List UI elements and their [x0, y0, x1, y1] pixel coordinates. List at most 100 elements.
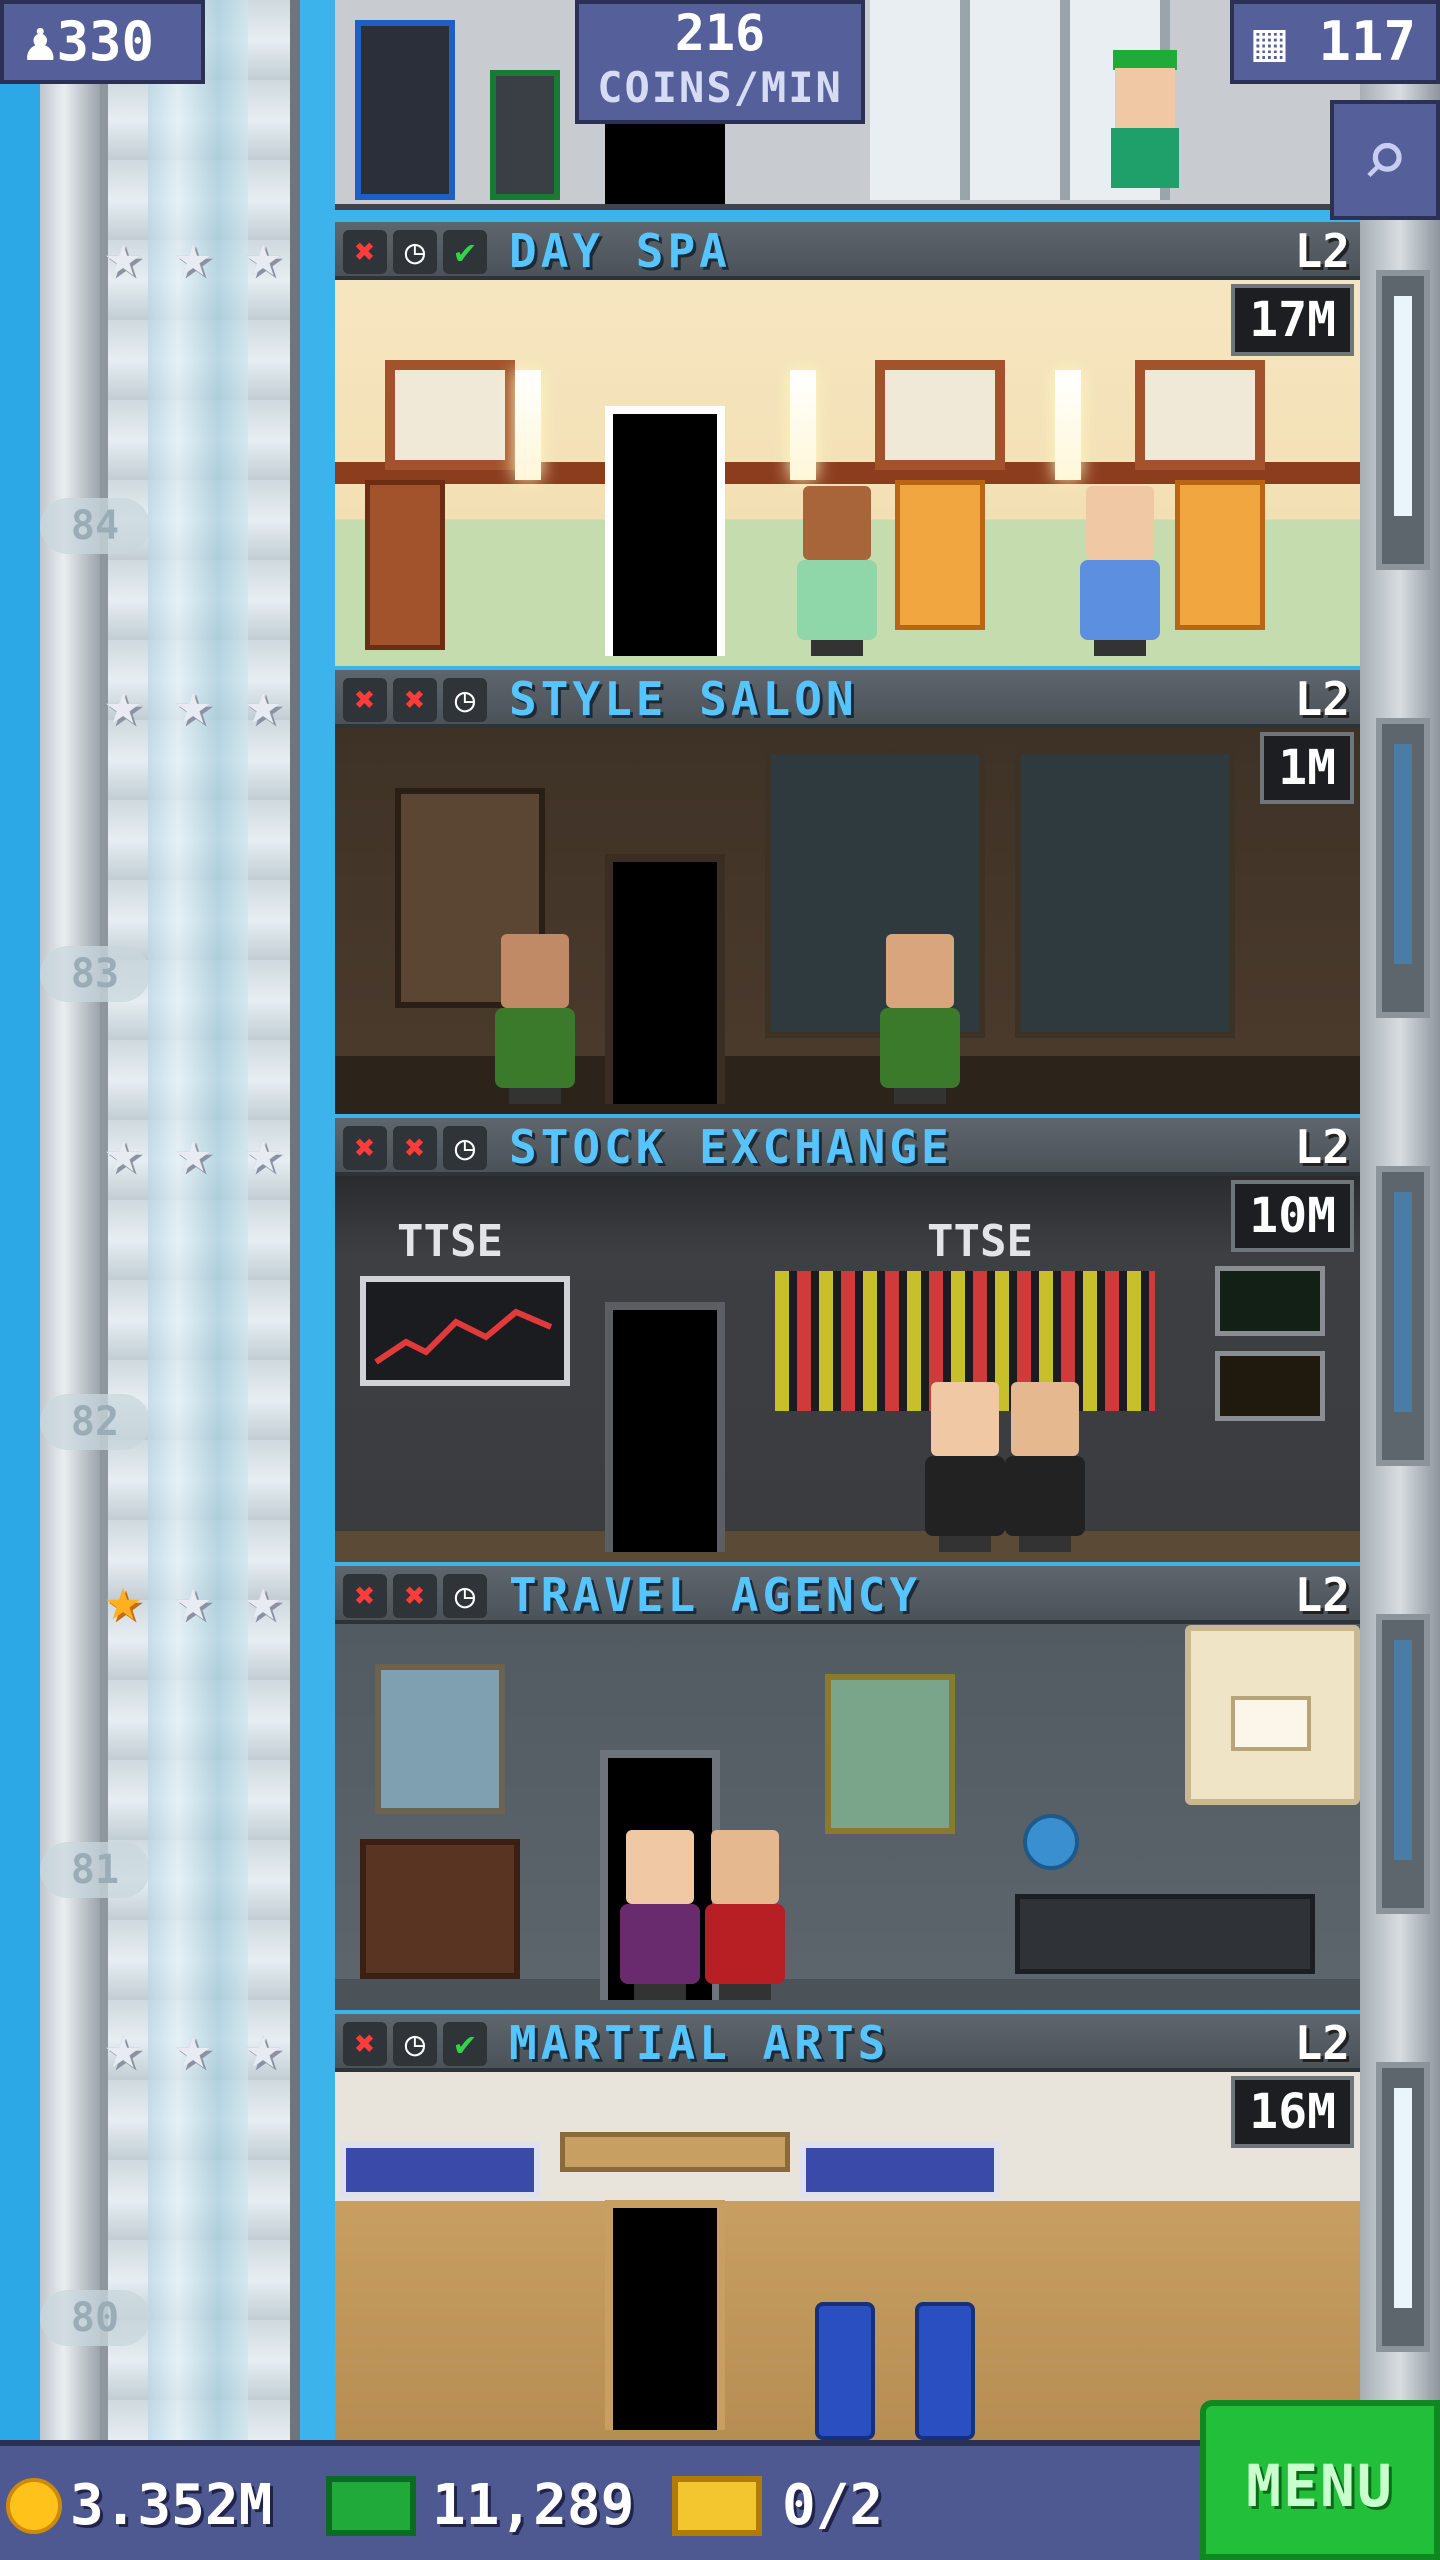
punching-bag	[915, 2302, 975, 2440]
stock-graph	[374, 1308, 553, 1365]
globe	[1023, 1814, 1079, 1870]
dojo-banner	[340, 2142, 540, 2198]
resident[interactable]	[880, 934, 960, 1104]
room-door	[605, 854, 725, 1104]
floor-martial-arts[interactable]: ✖ ◷ ✔ MARTIAL ARTS L2 16M	[335, 2014, 1360, 2440]
clock-icon: ◷	[443, 1574, 487, 1618]
floor-status-icons: ✖ ◷ ✔	[343, 2022, 487, 2066]
resident[interactable]	[925, 1382, 1005, 1552]
floor-stars: ★ ★ ★	[92, 672, 302, 736]
torii-gate	[560, 2132, 790, 2172]
stock-out-icon: ✖	[393, 678, 437, 722]
cabinet	[365, 480, 445, 650]
room-interior[interactable]: TTSE TTSE	[335, 1176, 1360, 1562]
population-counter[interactable]: ♟330	[0, 0, 205, 84]
resident[interactable]	[1005, 1382, 1085, 1552]
stock-count: 17M	[1231, 284, 1354, 356]
stock-out-icon: ✖	[343, 678, 387, 722]
floor-level: L2	[1294, 672, 1350, 726]
resident[interactable]	[797, 486, 877, 656]
resident[interactable]	[495, 934, 575, 1104]
check-icon: ✔	[443, 2022, 487, 2066]
silver-star-icon: ★	[244, 218, 282, 291]
floor-name: MARTIAL ARTS	[509, 2016, 890, 2070]
clock-icon: ◷	[393, 2022, 437, 2066]
silver-star-icon: ★	[174, 1562, 212, 1635]
coins-per-minute-value: 216	[674, 4, 766, 62]
resident[interactable]	[1080, 486, 1160, 656]
delivery-box-notification[interactable]	[1185, 1625, 1360, 1805]
menu-button[interactable]: MENU	[1200, 2400, 1440, 2560]
side-panel	[1376, 2062, 1430, 2352]
floor-status-icons: ✖ ◷ ✔	[343, 230, 487, 274]
floor-count-counter[interactable]: ▦ 117	[1230, 0, 1440, 84]
clock-icon: ◷	[393, 230, 437, 274]
ttse-sign: TTSE	[927, 1216, 1033, 1267]
side-panel	[1376, 1614, 1430, 1914]
side-panel	[1376, 270, 1430, 570]
floor-header[interactable]: ✖ ✖ ◷ STYLE SALON L2	[335, 670, 1360, 728]
coins-per-minute-panel: 216 COINS/MIN	[575, 0, 865, 124]
stock-out-icon: ✖	[343, 2022, 387, 2066]
silver-star-icon: ★	[104, 2010, 142, 2083]
stock-out-icon: ✖	[343, 1126, 387, 1170]
room-interior[interactable]	[335, 280, 1360, 666]
stock-count: 1M	[1260, 732, 1354, 804]
resident-green-cap[interactable]	[1105, 50, 1185, 200]
floor-level: L2	[1294, 2016, 1350, 2070]
resident[interactable]	[705, 1830, 785, 2000]
silver-star-icon: ★	[244, 1562, 282, 1635]
floor-stars: ★ ★ ★	[92, 2016, 302, 2080]
stock-out-icon: ✖	[393, 1574, 437, 1618]
mirror-panel	[1015, 748, 1235, 1038]
floor-header[interactable]: ✖ ◷ ✔ DAY SPA L2	[335, 222, 1360, 280]
floor-name: STYLE SALON	[509, 672, 858, 726]
stock-out-icon: ✖	[393, 1126, 437, 1170]
shaft-floor-number: 82	[40, 1394, 150, 1450]
wall-lamp	[1055, 370, 1081, 480]
sky-background	[0, 0, 40, 2560]
floor-header[interactable]: ✖ ✖ ◷ STOCK EXCHANGE L2	[335, 1118, 1360, 1176]
ttse-sign: TTSE	[397, 1216, 503, 1267]
side-panel	[1376, 718, 1430, 1018]
magnifier-icon[interactable]: ⌕	[1330, 100, 1440, 220]
shaft-floor-number: 83	[40, 946, 150, 1002]
resident[interactable]	[620, 1830, 700, 2000]
side-panel	[1376, 1166, 1430, 1466]
floor-name: STOCK EXCHANGE	[509, 1120, 953, 1174]
population-icon: ♟	[24, 10, 57, 73]
room-interior[interactable]	[335, 728, 1360, 1114]
floor-name: TRAVEL AGENCY	[509, 1568, 922, 1622]
floor-style-salon[interactable]: ✖ ✖ ◷ STYLE SALON L2 1M	[335, 670, 1360, 1118]
shaft-floor-number: 80	[40, 2290, 150, 2346]
top-room-door	[605, 120, 725, 204]
floor-header[interactable]: ✖ ◷ ✔ MARTIAL ARTS L2	[335, 2014, 1360, 2072]
silver-star-icon: ★	[104, 666, 142, 739]
spa-chair	[1175, 480, 1265, 630]
room-interior[interactable]	[335, 2072, 1360, 2440]
silver-star-icon: ★	[174, 2010, 212, 2083]
check-icon: ✔	[443, 230, 487, 274]
clock-icon: ◷	[443, 1126, 487, 1170]
floor-day-spa[interactable]: ✖ ◷ ✔ DAY SPA L2 17M	[335, 222, 1360, 670]
stock-count: 16M	[1231, 2076, 1354, 2148]
punching-bag	[815, 2302, 875, 2440]
gold-star-icon: ★	[104, 1562, 142, 1635]
floor-status-icons: ✖ ✖ ◷	[343, 678, 487, 722]
silver-star-icon: ★	[244, 2010, 282, 2083]
green-monitor	[1215, 1266, 1325, 1336]
wall-picture	[875, 360, 1005, 470]
silver-star-icon: ★	[244, 1114, 282, 1187]
floor-level: L2	[1294, 224, 1350, 278]
stock-out-icon: ✖	[343, 230, 387, 274]
spa-chair	[895, 480, 985, 630]
tower-left-wall	[40, 0, 100, 2440]
floor-stock-exchange[interactable]: ✖ ✖ ◷ STOCK EXCHANGE L2 TTSE TTSE 10M	[335, 1118, 1360, 1566]
population-value: 330	[56, 10, 155, 73]
stock-chart-screen	[360, 1276, 570, 1386]
silver-star-icon: ★	[104, 1114, 142, 1187]
coins-balance: 3.352M	[70, 2473, 273, 2538]
floor-header[interactable]: ✖ ✖ ◷ TRAVEL AGENCY L2	[335, 1566, 1360, 1624]
box-icon	[1231, 1696, 1311, 1751]
tickets-balance: 0/2	[782, 2473, 884, 2538]
